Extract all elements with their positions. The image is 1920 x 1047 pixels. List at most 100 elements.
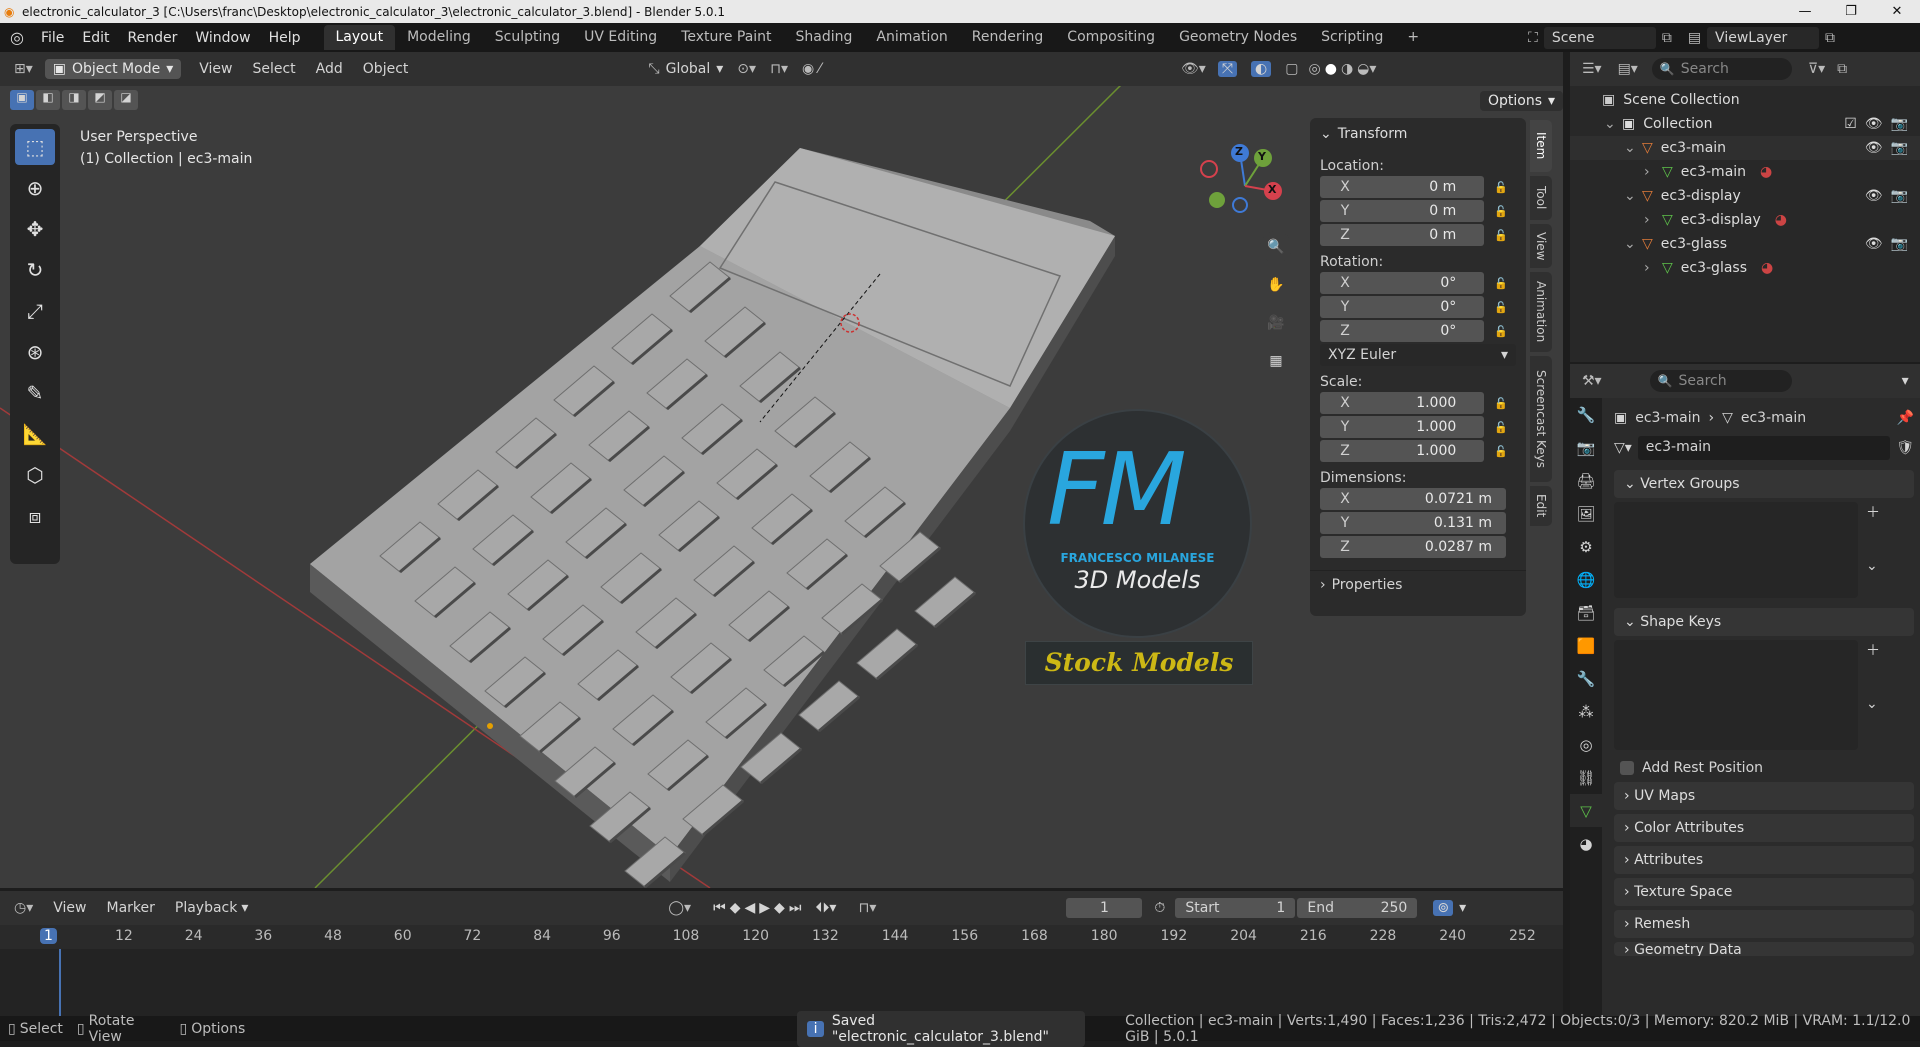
camera-icon[interactable]: 🎥 [1260, 307, 1292, 339]
texture-space-panel[interactable]: › Texture Space [1614, 878, 1914, 906]
eye-icon[interactable]: 👁 [1865, 116, 1883, 132]
solid-shading-icon[interactable]: ● [1325, 61, 1337, 77]
eye-icon[interactable]: 👁 [1865, 188, 1883, 204]
grid-perspective-icon[interactable]: ▦ [1260, 345, 1292, 377]
vertex-group-menu-icon[interactable]: ⌄ [1866, 558, 1880, 574]
chevron-down-icon[interactable]: › [1644, 260, 1662, 276]
view-layer-tab-icon[interactable]: 🖼 [1570, 497, 1602, 530]
pan-hand-icon[interactable]: ✋ [1260, 269, 1292, 301]
vertex-groups-panel[interactable]: ⌄ Vertex Groups [1614, 470, 1914, 498]
menu-render[interactable]: Render [119, 30, 187, 46]
overlay-toggle-icon[interactable]: ◐ [1251, 61, 1272, 77]
orientation-dropdown[interactable]: ⤡ Global ▾ [648, 61, 723, 77]
chevron-down-icon[interactable]: ⌄ [1624, 188, 1642, 204]
add-cube-icon[interactable]: ⬡ [15, 457, 55, 493]
render-tab-icon[interactable]: 📷 [1570, 431, 1602, 464]
scale-tool-icon[interactable]: ⤢ [15, 293, 55, 329]
rotation-z-field[interactable]: Z 0° 🔓 [1320, 320, 1508, 342]
view-menu[interactable]: View [199, 61, 232, 77]
proportional-edit-icon[interactable]: ◉ ⁄ [802, 61, 821, 77]
mode-dropdown[interactable]: ▣ Object Mode ▾ [44, 59, 182, 79]
outliner-row[interactable]: › ▽ ec3-display ◕ [1570, 208, 1920, 232]
properties-subpanel[interactable]: › Properties [1310, 570, 1526, 599]
modifiers-tab-icon[interactable]: 🔧 [1570, 662, 1602, 695]
material-tab-icon[interactable]: ◕ [1570, 827, 1602, 860]
chevron-down-icon[interactable]: ▾ [1459, 900, 1466, 916]
blender-menu-icon[interactable]: ◎ [0, 28, 32, 47]
transform-panel-header[interactable]: ⌄ Transform [1310, 118, 1526, 150]
output-tab-icon[interactable]: 🖨 [1570, 464, 1602, 497]
scale-y-field[interactable]: Y 1.000 🔓 [1320, 416, 1508, 438]
select-invert-icon[interactable]: ◩ [88, 90, 112, 110]
current-frame-field[interactable]: 1 [1066, 898, 1143, 918]
select-new-icon[interactable]: ▣ [10, 90, 34, 110]
tab-edit[interactable]: Edit [1530, 486, 1552, 526]
timeline-ruler[interactable]: 1 12 24 36 48 60 72 84 96 108 120 132 144 156 168 180 19… [0, 925, 1563, 949]
snap-icon[interactable]: ⊓▾ [770, 61, 788, 77]
object-menu[interactable]: Object [363, 61, 409, 77]
menu-edit[interactable]: Edit [73, 30, 118, 46]
new-collection-icon[interactable]: ⧉ [1837, 61, 1847, 77]
scene-tab-icon[interactable]: ⚙ [1570, 530, 1602, 563]
dimensions-y-field[interactable]: Y 0.131 m [1320, 512, 1506, 534]
shape-keys-panel[interactable]: ⌄ Shape Keys [1614, 608, 1914, 636]
select-box-icon[interactable]: ⬚ [15, 129, 55, 165]
new-viewlayer-icon[interactable]: ⧉ [1825, 30, 1835, 46]
timeline-editor-icon[interactable]: ◷▾ [14, 900, 33, 916]
rendered-shading-icon[interactable]: ◒▾ [1357, 61, 1376, 77]
menu-window[interactable]: Window [186, 30, 259, 46]
tool-tab-icon[interactable]: 🔧 [1570, 398, 1602, 431]
tab-geometry-nodes[interactable]: Geometry Nodes [1167, 25, 1309, 50]
clock-icon[interactable]: ⏱ [1154, 900, 1165, 916]
location-x-field[interactable]: X 0 m 🔓 [1320, 176, 1508, 198]
timeline-track[interactable] [0, 949, 1563, 1016]
cursor-tool-icon[interactable]: ⊕ [15, 170, 55, 206]
outliner-row[interactable]: ▣ Scene Collection [1570, 88, 1920, 112]
tab-tool[interactable]: Tool [1530, 176, 1552, 220]
viewlayer-icon[interactable]: ▤ [1688, 30, 1701, 46]
transform-tool-icon[interactable]: ⊛ [15, 334, 55, 370]
mesh-data-icon[interactable]: ▽▾ [1614, 440, 1632, 456]
end-frame-field[interactable]: End 250 [1297, 898, 1418, 918]
properties-search[interactable]: 🔍 Search [1649, 370, 1792, 392]
jump-start-icon[interactable]: ⏮ [713, 900, 726, 916]
attributes-panel[interactable]: › Attributes [1614, 846, 1914, 874]
constraints-tab-icon[interactable]: ⛓ [1570, 761, 1602, 794]
add-menu[interactable]: Add [316, 61, 343, 77]
remesh-panel[interactable]: › Remesh [1614, 910, 1914, 938]
add-workspace-icon[interactable]: + [1395, 25, 1431, 50]
vertex-groups-list[interactable] [1614, 502, 1858, 598]
location-y-field[interactable]: Y 0 m 🔓 [1320, 200, 1508, 222]
outliner-row[interactable]: › ▽ ec3-main ◕ [1570, 160, 1920, 184]
uv-maps-panel[interactable]: › UV Maps [1614, 782, 1914, 810]
start-frame-field[interactable]: Start 1 [1175, 898, 1296, 918]
add-vertex-group-icon[interactable]: ＋ [1866, 502, 1880, 522]
particles-tab-icon[interactable]: ⁂ [1570, 695, 1602, 728]
options-dropdown[interactable]: Options ▾ [1480, 91, 1563, 111]
add-cube-transform-icon[interactable]: ⧈ [15, 498, 55, 534]
lock-icon[interactable]: 🔓 [1494, 181, 1508, 194]
editor-type-icon[interactable]: ⊞▾ [14, 61, 33, 77]
xray-icon[interactable]: ▢ [1285, 61, 1298, 77]
eye-icon[interactable]: 👁 [1865, 140, 1883, 156]
rotation-y-field[interactable]: Y 0° 🔓 [1320, 296, 1508, 318]
collection-tab-icon[interactable]: 🗃 [1570, 596, 1602, 629]
location-z-field[interactable]: Z 0 m 🔓 [1320, 224, 1508, 246]
timeline-marker-menu[interactable]: Marker [106, 900, 154, 916]
select-menu[interactable]: Select [252, 61, 295, 77]
scale-z-field[interactable]: Z 1.000 🔓 [1320, 440, 1508, 462]
tab-animation[interactable]: Animation [864, 25, 959, 50]
tab-uv-editing[interactable]: UV Editing [572, 25, 669, 50]
outliner-row[interactable]: ⌄ ▽ ec3-main 👁 📷 [1570, 136, 1920, 160]
select-intersect-icon[interactable]: ◪ [114, 90, 138, 110]
exclude-checkbox[interactable]: ☑ [1844, 116, 1857, 132]
dimensions-x-field[interactable]: X 0.0721 m [1320, 488, 1506, 510]
filter-icon[interactable]: ⊽▾ [1808, 61, 1825, 77]
object-tab-icon[interactable]: 🟧 [1570, 629, 1602, 662]
outliner-row[interactable]: › ▽ ec3-glass ◕ [1570, 256, 1920, 280]
tab-sculpting[interactable]: Sculpting [483, 25, 572, 50]
lock-icon[interactable]: 🔓 [1494, 397, 1508, 410]
timeline-view-menu[interactable]: View [53, 900, 86, 916]
display-mode-icon[interactable]: ▤▾ [1618, 61, 1638, 77]
annotate-tool-icon[interactable]: ✎ [15, 375, 55, 411]
